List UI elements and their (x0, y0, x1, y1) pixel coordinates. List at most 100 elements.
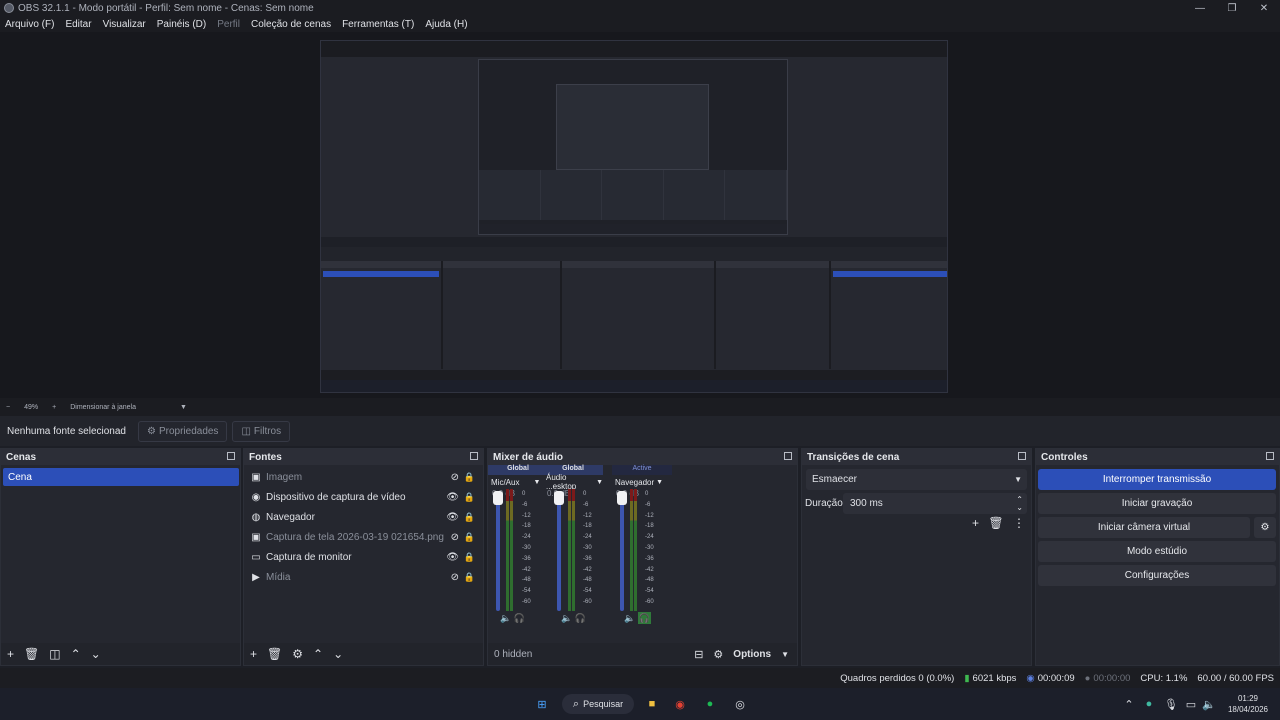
studio-mode-button[interactable]: Modo estúdio (1038, 541, 1276, 562)
zoom-out-button[interactable]: − (6, 404, 10, 411)
settings-button[interactable]: Configurações (1038, 565, 1276, 586)
tray-app-icon[interactable]: ● (1142, 694, 1156, 714)
more-icon[interactable]: ⋮ (1013, 516, 1025, 530)
list-item[interactable]: ▣ Imagem ⊘ 🔒 (244, 467, 483, 487)
eye-hidden-icon[interactable]: ⊘ (451, 532, 459, 543)
list-item[interactable]: ▶ Mídia ⊘ 🔒 (244, 567, 483, 587)
menu-editar[interactable]: Editar (65, 19, 91, 30)
folder-icon[interactable]: ■ (642, 694, 662, 714)
arrow-up-icon[interactable]: ⌃ (313, 647, 323, 661)
channel-name[interactable]: Navegador (615, 478, 654, 487)
dropped-frames: Quadros perdidos 0 (0.0%) (840, 672, 955, 684)
lock-icon[interactable]: 🔒 (464, 552, 475, 563)
advanced-audio-icon[interactable]: ⚙ (713, 648, 723, 661)
gear-icon[interactable]: ⚙ (292, 647, 303, 661)
menu-colecao-cenas[interactable]: Coleção de cenas (251, 19, 331, 30)
menu-perfil[interactable]: Perfil (217, 19, 240, 30)
scene-item[interactable]: Cena (3, 468, 239, 486)
eye-hidden-icon[interactable]: ⊘ (451, 572, 459, 583)
headphones-icon[interactable]: 🎧 (575, 613, 586, 623)
eye-hidden-icon[interactable]: ⊘ (451, 472, 459, 483)
start-virtual-camera-button[interactable]: Iniciar câmera virtual (1038, 517, 1250, 538)
hidden-count[interactable]: 0 hidden (494, 649, 532, 660)
windows-start-icon[interactable]: ⊞ (532, 694, 552, 714)
channel-name[interactable]: Mic/Aux (491, 478, 519, 487)
menu-ajuda[interactable]: Ajuda (H) (425, 19, 467, 30)
spotify-icon[interactable]: ● (700, 694, 720, 714)
stop-streaming-button[interactable]: Interromper transmissão (1038, 469, 1276, 490)
float-dock-icon[interactable] (1018, 452, 1026, 460)
minimize-icon[interactable]: — (1184, 0, 1216, 16)
list-item[interactable]: ▭ Captura de monitor 👁 🔒 (244, 547, 483, 567)
transition-select[interactable]: Esmaecer ▼ (806, 469, 1027, 490)
menu-visualizar[interactable]: Visualizar (103, 19, 146, 30)
obs-icon[interactable]: ◎ (730, 694, 750, 714)
volume-icon[interactable]: 🔈 (1202, 694, 1216, 714)
stepper-icon[interactable]: ⌃ ⌄ (1016, 495, 1023, 512)
gear-icon[interactable]: ⚙ (1254, 517, 1276, 538)
lock-icon[interactable]: 🔒 (464, 472, 475, 483)
float-dock-icon[interactable] (784, 452, 792, 460)
add-icon[interactable]: + (7, 647, 14, 661)
signal-icon: ▮ (964, 672, 970, 684)
speaker-icon[interactable]: 🔈 (500, 613, 511, 623)
network-icon[interactable]: ▭ (1184, 694, 1198, 714)
zoom-in-button[interactable]: + (52, 404, 56, 411)
options-button[interactable]: Options (733, 649, 771, 660)
preview-canvas[interactable] (320, 40, 948, 393)
lock-icon[interactable]: 🔒 (464, 532, 475, 543)
trash-icon[interactable]: 🗑 (267, 647, 282, 661)
eye-icon[interactable]: 👁 (446, 512, 459, 523)
arrow-down-icon[interactable]: ⌄ (91, 647, 101, 661)
menu-arquivo[interactable]: Arquivo (F) (5, 19, 54, 30)
chevron-down-icon[interactable]: ▼ (781, 650, 789, 659)
chevron-down-icon[interactable]: ▼ (180, 404, 187, 411)
search-button[interactable]: ⌕ Pesquisar (562, 694, 634, 714)
chevron-down-icon[interactable]: ▼ (533, 479, 540, 486)
meter-scale: 0 -6 -12 -18 -24 -30 -36 -42 -48 -54 -60 (522, 491, 531, 605)
lock-icon[interactable]: 🔒 (464, 572, 475, 583)
volume-slider[interactable] (554, 491, 564, 611)
lock-icon[interactable]: 🔒 (464, 492, 475, 503)
volume-slider[interactable] (493, 491, 503, 611)
maximize-icon[interactable]: ❐ (1216, 0, 1248, 16)
microphone-icon[interactable]: 🎙 (1164, 694, 1178, 714)
speaker-icon[interactable]: 🔈 (561, 613, 572, 623)
layout-icon[interactable]: ⊟ (694, 648, 703, 661)
float-dock-icon[interactable] (470, 452, 478, 460)
add-icon[interactable]: + (972, 516, 979, 530)
headphones-icon[interactable]: 🎧 (637, 612, 651, 624)
status-bar: Quadros perdidos 0 (0.0%) ▮ 6021 kbps ◉ … (0, 668, 1280, 688)
duration-input[interactable]: 300 ms ⌃ ⌄ (843, 493, 1027, 514)
menu-paineis[interactable]: Painéis (D) (157, 19, 206, 30)
list-item[interactable]: ◍ Navegador 👁 🔒 (244, 507, 483, 527)
float-dock-icon[interactable] (227, 452, 235, 460)
chevron-down-icon[interactable]: ▼ (596, 479, 603, 486)
filter-icon[interactable]: ◫ (49, 647, 60, 661)
list-item[interactable]: ▣ Captura de tela 2026-03-19 021654.png ⊘ 🔒 (244, 527, 483, 547)
close-icon[interactable]: ✕ (1248, 0, 1280, 16)
volume-slider[interactable] (617, 491, 627, 611)
properties-button[interactable]: ⚙ Propriedades (137, 420, 228, 442)
lock-icon[interactable]: 🔒 (464, 512, 475, 523)
list-item[interactable]: ◉ Dispositivo de captura de vídeo 👁 🔒 (244, 487, 483, 507)
chrome-icon[interactable]: ◉ (670, 694, 690, 714)
trash-icon[interactable]: 🗑 (24, 647, 39, 661)
add-icon[interactable]: + (250, 647, 257, 661)
eye-icon[interactable]: 👁 (446, 492, 459, 503)
trash-icon[interactable]: 🗑 (988, 516, 1003, 530)
chevron-down-icon[interactable]: ▼ (656, 479, 663, 486)
filters-button[interactable]: ◫ Filtros (232, 420, 291, 442)
preview-nested-toolbar (321, 237, 947, 247)
headphones-icon[interactable]: 🎧 (514, 613, 525, 623)
menu-ferramentas[interactable]: Ferramentas (T) (342, 19, 414, 30)
scale-mode-select[interactable]: Dimensionar à janela (70, 404, 136, 411)
chevron-up-icon[interactable]: ⌃ (1122, 694, 1136, 714)
eye-icon[interactable]: 👁 (446, 552, 459, 563)
clock[interactable]: 01:29 18/04/2026 (1222, 694, 1274, 714)
arrow-up-icon[interactable]: ⌃ (71, 647, 81, 661)
start-recording-button[interactable]: Iniciar gravação (1038, 493, 1276, 514)
speaker-icon[interactable]: 🔈 (624, 613, 635, 623)
float-dock-icon[interactable] (1266, 452, 1274, 460)
arrow-down-icon[interactable]: ⌄ (333, 647, 343, 661)
